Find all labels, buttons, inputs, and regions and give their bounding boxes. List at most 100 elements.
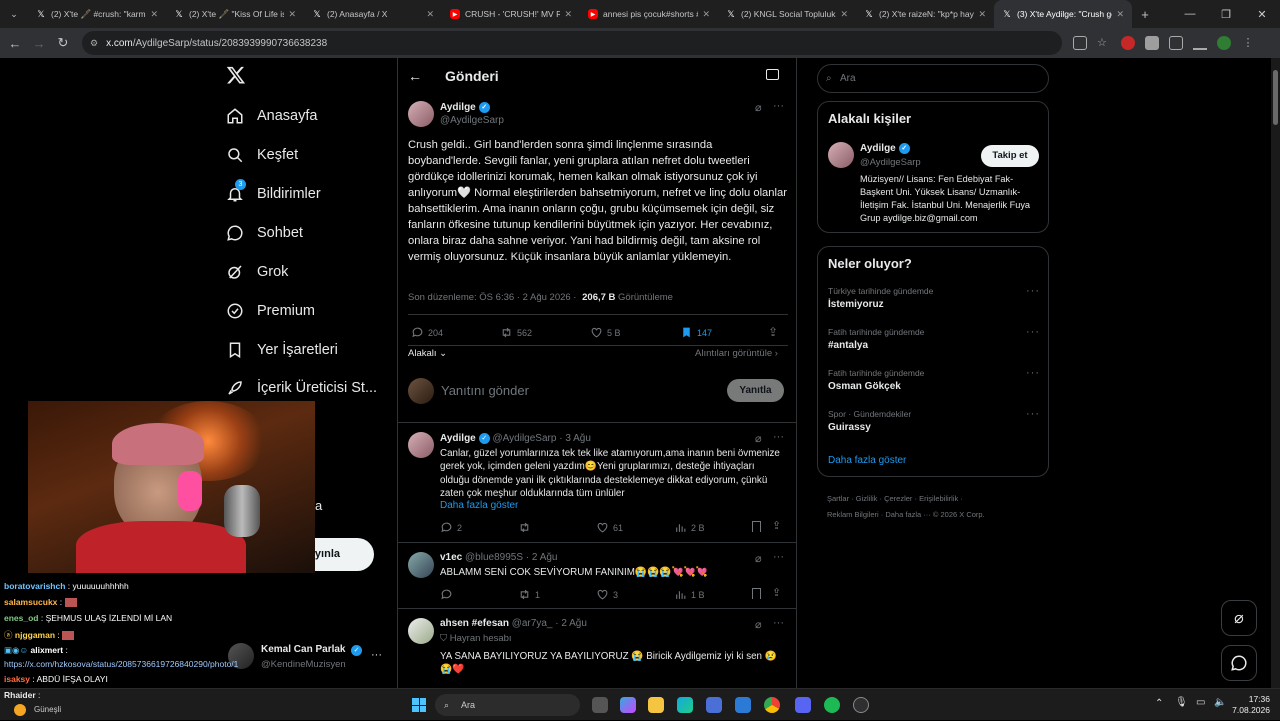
- trend-item[interactable]: Spor · Gündemdekiler Guirassy ···: [828, 408, 1040, 433]
- share-icon[interactable]: ⇪: [768, 325, 778, 339]
- extension-slash-icon[interactable]: [1145, 36, 1159, 50]
- reply-author-avatar[interactable]: [408, 618, 434, 644]
- retweet-button[interactable]: 562: [500, 326, 532, 339]
- mail-icon[interactable]: [735, 697, 751, 713]
- trends-show-more-link[interactable]: Daha fazla göster: [828, 455, 906, 466]
- store-icon[interactable]: [706, 697, 722, 713]
- more-icon[interactable]: ···: [1026, 326, 1040, 338]
- sidebar-item-grok[interactable]: Grok: [226, 257, 288, 287]
- share-icon[interactable]: ⇪: [772, 586, 781, 599]
- trend-item[interactable]: Türkiye tarihinde gündemde İstemiyoruz ·…: [828, 285, 1040, 310]
- edge-icon[interactable]: [677, 697, 693, 713]
- reply-button[interactable]: 2: [440, 521, 462, 534]
- reply-author-name[interactable]: v1ec: [440, 552, 462, 563]
- obs-icon[interactable]: [853, 697, 869, 713]
- grok-floating-button[interactable]: ⌀: [1221, 600, 1257, 636]
- chat-link[interactable]: https://x.com/hzkosova/status/2085736619…: [4, 659, 238, 669]
- reply-author-name[interactable]: Aydilge: [440, 433, 476, 444]
- browser-tab-5[interactable]: ▶ annesi pis çocuk#shorts # ✕: [580, 0, 718, 28]
- browser-tab-2[interactable]: 𝕏(2) X'te 🖋️ "Kiss Of Life is cu✕: [166, 0, 304, 28]
- reload-icon[interactable]: ↻: [51, 31, 75, 55]
- browser-tab-6[interactable]: 𝕏 (2) KNGL Social Topluluk / ✕: [718, 0, 856, 28]
- task-view-icon[interactable]: [592, 697, 608, 713]
- reply-author-avatar[interactable]: [408, 552, 434, 578]
- tweet-author-avatar[interactable]: [408, 101, 434, 127]
- close-tab-icon[interactable]: ✕: [150, 9, 158, 20]
- trend-item[interactable]: Fatih tarihinde gündemde Osman Gökçek ··…: [828, 367, 1040, 392]
- scrollbar-thumb[interactable]: [1273, 70, 1278, 125]
- microphone-icon[interactable]: 🎙: [1175, 697, 1188, 708]
- retweet-button[interactable]: [518, 521, 535, 534]
- new-tab-icon[interactable]: +: [1132, 2, 1158, 26]
- reply-author-handle[interactable]: @AydilgeSarp: [493, 433, 557, 444]
- browser-tab-4[interactable]: ▶ CRUSH - 'CRUSH!' MV RE ✕: [442, 0, 580, 28]
- share-icon[interactable]: ⇪: [772, 519, 781, 532]
- grok-icon[interactable]: ⌀: [755, 432, 762, 445]
- views-button[interactable]: 1 B: [674, 588, 705, 601]
- close-tab-icon[interactable]: ✕: [288, 9, 296, 20]
- weather-widget[interactable]: Rhaider : Güneşli: [4, 689, 94, 721]
- minimize-icon[interactable]: —: [1172, 8, 1208, 20]
- reply-author-handle[interactable]: @ar7ya_: [512, 618, 553, 629]
- footer-line-1[interactable]: Şartlar · Gizlilik · Çerezler · Erişileb…: [827, 491, 985, 507]
- person-avatar[interactable]: [828, 142, 854, 168]
- more-icon[interactable]: ···: [773, 551, 784, 563]
- forward-icon[interactable]: →: [27, 31, 51, 55]
- spotify-icon[interactable]: [824, 697, 840, 713]
- tweet-author-handle[interactable]: @AydilgeSarp: [440, 115, 504, 126]
- screen-share-icon[interactable]: [1073, 36, 1087, 50]
- search-input[interactable]: ⌕ Ara: [817, 64, 1049, 93]
- site-info-icon[interactable]: ⚙: [90, 38, 98, 49]
- follow-button[interactable]: Takip et: [981, 145, 1039, 167]
- reply-button[interactable]: [440, 588, 457, 601]
- maximize-icon[interactable]: ❐: [1208, 8, 1244, 21]
- messages-floating-button[interactable]: [1221, 645, 1257, 681]
- menu-icon[interactable]: ⋮: [1241, 36, 1255, 50]
- view-quotes-link[interactable]: Alıntıları görüntüle ›: [695, 348, 778, 359]
- reply-author-avatar[interactable]: [408, 432, 434, 458]
- reply-input[interactable]: Yanıtını gönder: [441, 383, 711, 398]
- reader-mode-icon[interactable]: [766, 69, 779, 80]
- volume-icon[interactable]: 🔈: [1214, 697, 1226, 708]
- extension-red-icon[interactable]: [1121, 36, 1135, 50]
- like-button[interactable]: 5 B: [590, 326, 621, 339]
- more-icon[interactable]: ···: [1026, 285, 1040, 297]
- browser-tab-1[interactable]: 𝕏 (2) X'te 🖋️ #crush: "karmi ✕: [28, 0, 166, 28]
- close-tab-icon[interactable]: ✕: [978, 9, 986, 20]
- taskbar-search[interactable]: ⌕ Ara: [435, 694, 580, 716]
- sidebar-item-bookmarks[interactable]: Yer İşaretleri: [226, 335, 338, 365]
- reply-button[interactable]: 204: [411, 326, 443, 339]
- extensions-puzzle-icon[interactable]: [1169, 36, 1183, 50]
- grok-icon[interactable]: ⌀: [755, 618, 762, 631]
- sidebar-item-premium[interactable]: Premium: [226, 296, 315, 326]
- person-handle[interactable]: @AydilgeSarp: [860, 157, 921, 168]
- sidebar-item-creator-studio[interactable]: İçerik Üreticisi St...: [226, 373, 377, 403]
- tab-list-icon[interactable]: ⌄: [0, 2, 28, 26]
- clock[interactable]: 17:36 7.08.2026: [1232, 694, 1270, 716]
- x-logo-icon[interactable]: [226, 65, 248, 87]
- reply-submit-button[interactable]: Yanıtla: [727, 379, 784, 402]
- footer-line-2[interactable]: Reklam Bilgileri · Daha fazla ··· © 2026…: [827, 507, 985, 523]
- sidebar-item-explore[interactable]: Keşfet: [226, 140, 298, 170]
- copilot-icon[interactable]: [620, 697, 636, 713]
- sidebar-item-notifications[interactable]: Bildirimler 3: [226, 179, 321, 209]
- views-button[interactable]: 2 B: [674, 521, 705, 534]
- close-tab-icon[interactable]: ✕: [564, 9, 572, 20]
- more-icon[interactable]: ···: [773, 617, 784, 629]
- more-icon[interactable]: ···: [1026, 408, 1040, 420]
- close-window-icon[interactable]: ✕: [1244, 8, 1280, 21]
- start-button[interactable]: [412, 698, 426, 712]
- like-button[interactable]: 61: [596, 521, 623, 534]
- sidebar-item-chat[interactable]: Sohbet: [226, 218, 303, 248]
- file-explorer-icon[interactable]: [648, 697, 664, 713]
- person-name[interactable]: Aydilge: [860, 143, 896, 154]
- close-tab-icon[interactable]: ✕: [702, 9, 710, 20]
- browser-tab-3[interactable]: 𝕏 (2) Anasayfa / X ✕: [304, 0, 442, 28]
- trend-item[interactable]: Fatih tarihinde gündemde #antalya ···: [828, 326, 1040, 351]
- discord-icon[interactable]: [795, 697, 811, 713]
- more-icon[interactable]: ···: [773, 431, 784, 443]
- extension-green-icon[interactable]: [1217, 36, 1231, 50]
- chrome-icon[interactable]: [764, 697, 780, 713]
- bookmark-icon[interactable]: [752, 588, 761, 599]
- browser-tab-7[interactable]: 𝕏 (2) X'te raizeN: "kp*p hayr ✕: [856, 0, 994, 28]
